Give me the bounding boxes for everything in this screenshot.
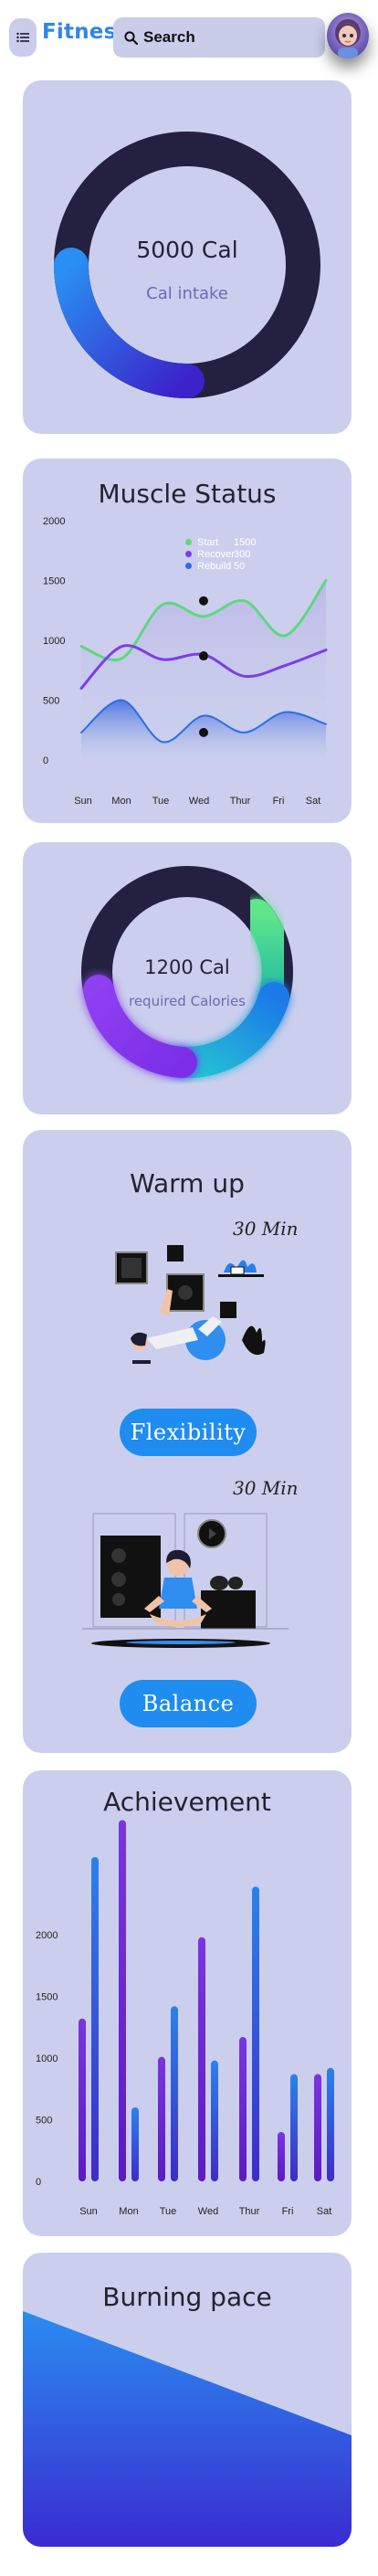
- list-icon: [16, 32, 29, 43]
- avatar-image: [327, 13, 369, 58]
- user-avatar[interactable]: [327, 13, 369, 58]
- bar-sat-2[interactable]: [327, 2067, 334, 2181]
- x-tick-label: Sun: [74, 796, 92, 807]
- y-tick-label: 1000: [36, 2053, 58, 2064]
- x-tick-label: Mon: [111, 796, 131, 807]
- y-tick-label: 500: [36, 2116, 52, 2127]
- flexibility-button[interactable]: Flexibility: [120, 1409, 257, 1456]
- bar-sun-2[interactable]: [91, 1856, 99, 2181]
- x-tick-label: Mon: [119, 2206, 138, 2217]
- bar-tue-2[interactable]: [171, 2006, 178, 2181]
- data-point-marker[interactable]: [199, 651, 208, 661]
- bar-tue-1[interactable]: [158, 2056, 165, 2181]
- legend-label: Recover: [197, 548, 235, 560]
- x-tick-label: Fri: [273, 796, 285, 807]
- y-tick-label: 1500: [43, 576, 65, 587]
- legend-item: Rebuild 50: [185, 560, 256, 572]
- x-tick-label: Thur: [239, 2206, 260, 2217]
- x-tick-label: Tue: [160, 2206, 177, 2217]
- x-tick-label: Wed: [189, 796, 209, 807]
- search-bar[interactable]: [113, 17, 325, 58]
- y-tick-label: 500: [43, 696, 59, 707]
- legend-item: Start 1500: [185, 536, 256, 548]
- legend-label: Rebuild: [197, 560, 232, 572]
- x-tick-label: Fri: [282, 2206, 294, 2217]
- x-tick-label: Tue: [152, 796, 170, 807]
- bar-fri-1[interactable]: [278, 2132, 285, 2181]
- calorie-intake-card: 5000 Cal Cal intake: [23, 80, 352, 434]
- calorie-intake-value: 5000 Cal: [136, 237, 238, 263]
- legend-value: 300: [234, 548, 251, 560]
- burning-pace-area: [23, 2311, 352, 2547]
- legend-dot: [185, 539, 192, 545]
- balance-illustration: [82, 1513, 289, 1648]
- warm-up-title: Warm up: [130, 1168, 245, 1198]
- bar-thur-1[interactable]: [239, 2037, 247, 2181]
- data-point-marker[interactable]: [199, 596, 208, 606]
- balance-duration: 30 Min: [233, 1477, 299, 1499]
- burning-pace-card: Burning pace: [23, 2253, 352, 2547]
- y-tick-label: 2000: [36, 1930, 58, 1941]
- chart-legend: Start 1500 Recover 300 Rebuild 50: [185, 536, 256, 572]
- achievement-chart: 0 500 1000 1500 2000 Sun Mon Tue Wed Thur Fri Sat: [36, 1820, 334, 2217]
- required-calories-value: 1200 Cal: [144, 956, 230, 978]
- calorie-intake-caption: Cal intake: [146, 284, 228, 303]
- bar-sun-1[interactable]: [79, 2018, 86, 2181]
- required-calories-caption: required Calories: [128, 993, 246, 1009]
- y-tick-label: 2000: [43, 516, 65, 527]
- data-point-marker[interactable]: [199, 727, 208, 737]
- x-tick-label: Sun: [79, 2206, 98, 2217]
- x-tick-label: Sat: [317, 2206, 332, 2217]
- y-tick-label: 1000: [43, 636, 65, 647]
- required-calories-card: 1200 Cal required Calories: [23, 842, 352, 1114]
- muscle-status-chart: 0 500 1000 1500 2000 Sun Mon Tue Wed Thur Fri Sat: [43, 516, 328, 807]
- x-tick-label: Sat: [306, 796, 321, 807]
- bar-mon-1[interactable]: [119, 1820, 126, 2181]
- y-tick-label: 0: [43, 755, 48, 766]
- search-icon: [124, 30, 138, 45]
- legend-value: 1500: [234, 536, 257, 548]
- search-input[interactable]: [143, 28, 317, 47]
- legend-value: 50: [234, 560, 246, 572]
- bar-wed-1[interactable]: [198, 1937, 205, 2181]
- bar-fri-2[interactable]: [290, 2074, 298, 2181]
- calorie-intake-progress-arc: [54, 248, 205, 398]
- bar-thur-2[interactable]: [252, 1886, 259, 2181]
- menu-button[interactable]: [9, 18, 37, 57]
- legend-dot: [185, 551, 192, 557]
- x-tick-label: Wed: [198, 2206, 218, 2217]
- bar-sat-1[interactable]: [314, 2074, 321, 2181]
- bar-mon-2[interactable]: [131, 2107, 139, 2181]
- flexibility-illustration: [115, 1245, 266, 1364]
- balance-button[interactable]: Balance: [120, 1680, 257, 1727]
- warm-up-card: Warm up 30 Min Flexibility 30 Min Balanc…: [23, 1130, 352, 1753]
- x-tick-label: Thur: [230, 796, 251, 807]
- y-tick-label: 1500: [36, 1992, 58, 2003]
- y-tick-label: 0: [36, 2177, 41, 2188]
- required-calories-ring: [81, 866, 293, 1079]
- achievement-card: Achievement 0 500 1000 1500 2000 Sun Mon Tue Wed…: [23, 1770, 352, 2236]
- legend-label: Start: [197, 536, 219, 548]
- top-bar: Fitness: [0, 0, 378, 73]
- legend-item: Recover 300: [185, 548, 256, 560]
- bar-wed-2[interactable]: [211, 2060, 218, 2181]
- legend-dot: [185, 563, 192, 569]
- muscle-status-card: Muscle Status 0 500 1000 1500 2000 Sun Mon Tue W…: [23, 459, 352, 823]
